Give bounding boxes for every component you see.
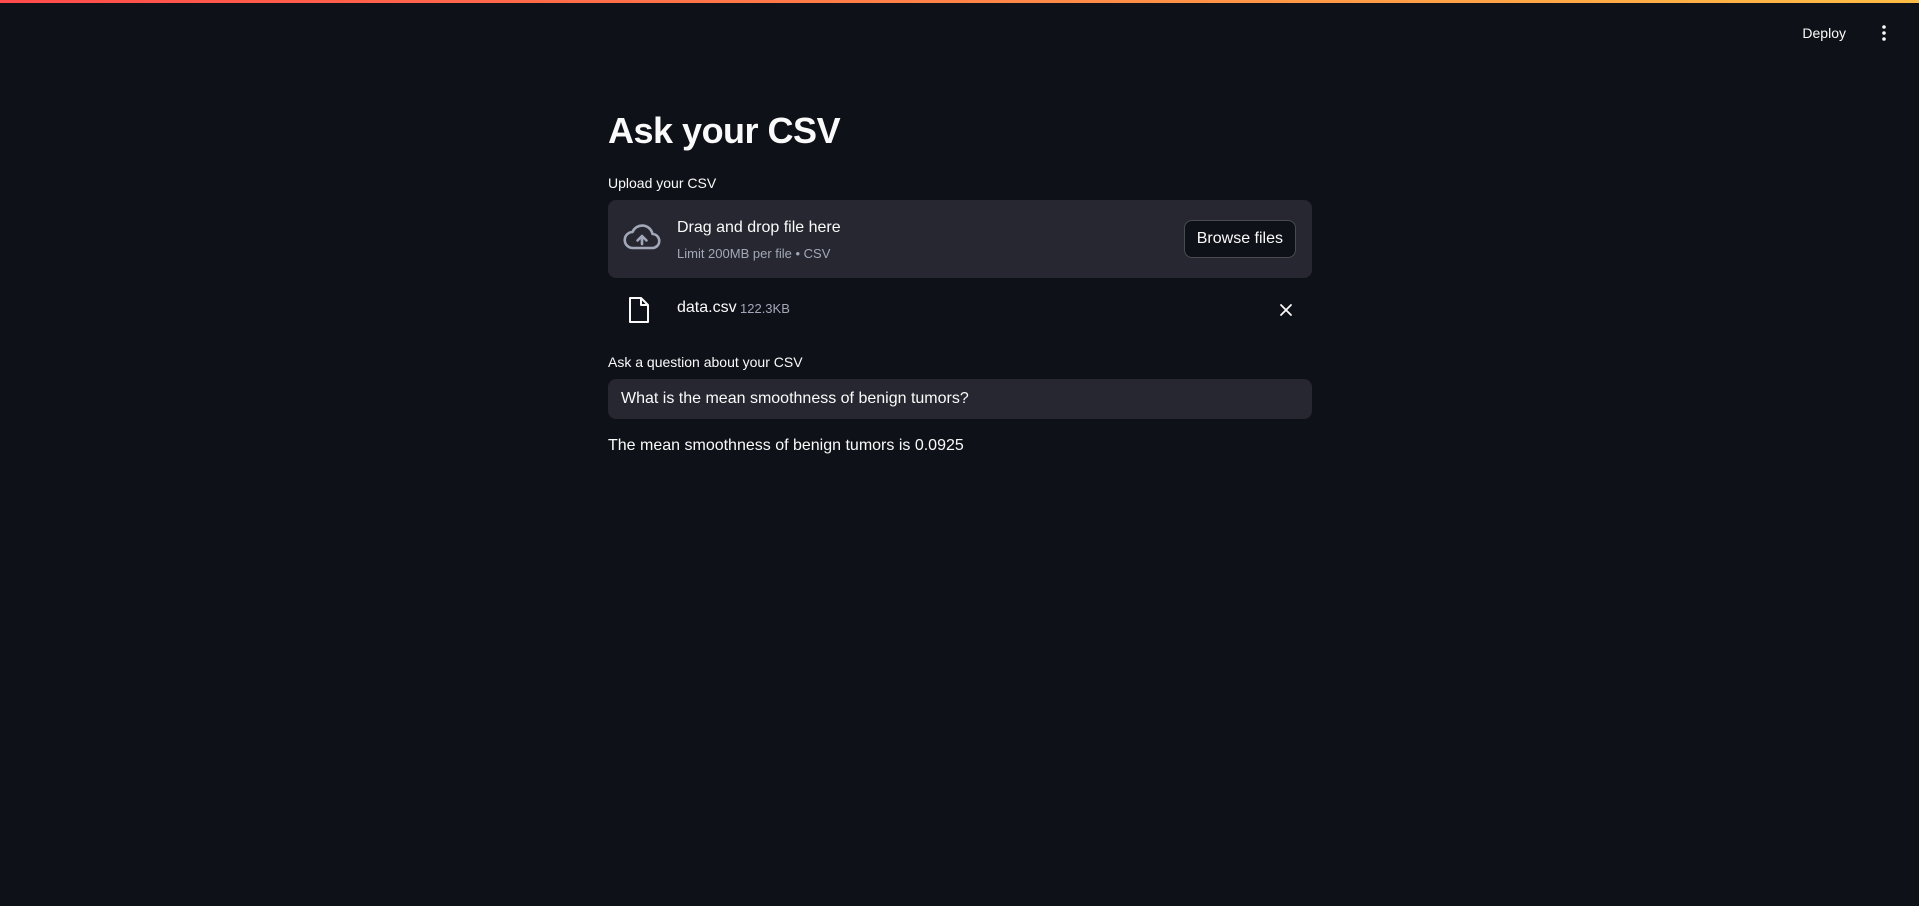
question-input[interactable] — [608, 379, 1312, 419]
question-label: Ask a question about your CSV — [608, 354, 803, 370]
page-title: Ask your CSV — [608, 110, 841, 151]
app-header: Deploy — [0, 3, 1919, 60]
cloud-upload-icon — [623, 224, 661, 250]
main-menu-button[interactable] — [1869, 18, 1899, 48]
browse-files-button[interactable]: Browse files — [1183, 220, 1296, 258]
deploy-button[interactable]: Deploy — [1794, 18, 1854, 48]
uploaded-file-name: data.csv — [677, 299, 737, 316]
uploaded-file-size: 122.3KB — [740, 301, 790, 316]
more-vertical-icon — [1882, 25, 1886, 41]
remove-file-button[interactable] — [1276, 300, 1296, 320]
dropzone-hint: Limit 200MB per file • CSV — [677, 246, 831, 261]
uploaded-file-row: data.csv 122.3KB — [608, 290, 1312, 330]
file-icon — [629, 297, 649, 323]
answer-text: The mean smoothness of benign tumors is … — [608, 437, 964, 454]
close-icon — [1280, 304, 1292, 316]
file-dropzone[interactable]: Drag and drop file here Limit 200MB per … — [608, 200, 1312, 278]
dropzone-title: Drag and drop file here — [677, 219, 841, 236]
upload-label: Upload your CSV — [608, 175, 717, 191]
